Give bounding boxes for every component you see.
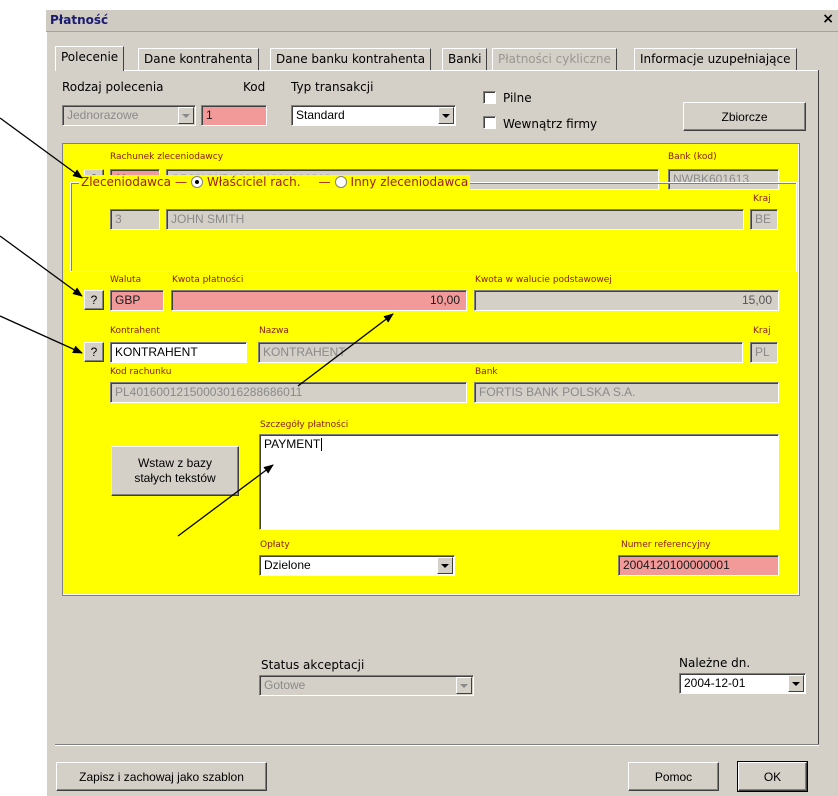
window-title: Płatność — [50, 13, 109, 27]
tab-banki[interactable]: Banki — [442, 48, 488, 70]
tab-polecenie[interactable]: Polecenie — [55, 46, 125, 71]
kontrahent-input[interactable]: KONTRAHENT — [110, 342, 247, 363]
chevron-down-icon — [178, 107, 194, 124]
wstaw-line1: Wstaw z bazy — [137, 456, 212, 470]
status-value: Gotowe — [264, 678, 306, 692]
counterparty-bank-field: FORTIS BANK POLSKA S.A. — [474, 382, 779, 403]
radio-owner[interactable] — [190, 176, 203, 188]
szczegoly-value: PAYMENT — [264, 437, 321, 451]
bank-kod-label: Bank (kod) — [668, 152, 717, 162]
kontrahent-label: Kontrahent — [110, 326, 160, 336]
tab-panel-right-border — [817, 70, 819, 746]
tab-panel-border — [55, 70, 818, 71]
rodzaj-select: Jednorazowe — [62, 105, 196, 126]
footer-divider — [55, 744, 819, 746]
rachunek-label: Rachunek zleceniodawcy — [110, 152, 224, 162]
nazwa-label: Nazwa — [259, 326, 289, 336]
ref-label: Numer referencyjny — [621, 540, 711, 550]
radio-owner-label: Właściciel rach. — [206, 175, 301, 189]
chevron-down-icon[interactable] — [788, 675, 804, 692]
due-label: Należne dn. — [679, 656, 751, 670]
tab-platnosci-cykliczne: Płatności cykliczne — [492, 48, 617, 70]
ok-button[interactable]: OK — [737, 761, 808, 792]
zleceniodawca-legend: Zleceniodawca — Właściciel rach. — Inny … — [79, 175, 471, 189]
wewnatrz-checkbox[interactable] — [483, 116, 496, 129]
status-select: Gotowe — [259, 675, 474, 696]
tab-dane-kontrahenta[interactable]: Dane kontrahenta — [138, 48, 259, 70]
szczegoly-label: Szczegóły płatności — [260, 420, 349, 430]
nazwa-field: KONTRAHENT — [258, 342, 743, 363]
oplaty-select[interactable]: Dzielone — [259, 555, 455, 576]
kod-label: Kod — [243, 80, 266, 94]
kwota-input[interactable]: 10,00 — [171, 290, 467, 311]
oplaty-label: Opłaty — [260, 540, 290, 550]
typ-value: Standard — [296, 108, 345, 122]
ref-input[interactable]: 2004120100000001 — [618, 555, 779, 576]
help-button[interactable]: Pomoc — [628, 762, 719, 791]
waluta-input[interactable]: GBP — [110, 290, 164, 311]
radio-other-label: Inny zleceniodawca — [350, 175, 469, 189]
rodzaj-label: Rodzaj polecenia — [62, 80, 164, 94]
szczegoly-textarea[interactable]: PAYMENT — [259, 434, 779, 530]
tab-dane-banku-kontrahenta[interactable]: Dane banku kontrahenta — [270, 48, 432, 70]
chevron-down-icon[interactable] — [438, 107, 454, 124]
kwota-base-label: Kwota w walucie podstawowej — [475, 275, 612, 285]
zleceniodawca-kraj-label: Kraj — [753, 194, 771, 204]
kod-input[interactable]: 1 — [201, 105, 267, 126]
counterparty-kraj-label: Kraj — [753, 326, 771, 336]
wewnatrz-label: Wewnątrz firmy — [503, 117, 598, 131]
zbiorcze-button[interactable]: Zbiorcze — [683, 102, 806, 131]
zleceniodawca-name-field: JOHN SMITH — [166, 209, 744, 230]
due-date-picker[interactable]: 2004-12-01 — [679, 673, 806, 694]
kwota-label: Kwota płatności — [172, 275, 244, 285]
due-value: 2004-12-01 — [684, 676, 746, 690]
wstaw-z-bazy-button[interactable]: Wstaw z bazy stałych tekstów — [111, 446, 239, 496]
radio-other[interactable] — [334, 176, 347, 188]
counterparty-kraj-field: PL — [750, 342, 778, 363]
pilne-checkbox[interactable] — [483, 91, 496, 104]
text-cursor — [321, 438, 323, 452]
counterparty-bank-label: Bank — [475, 367, 498, 377]
kod-rachunku-label: Kod rachunku — [110, 367, 172, 377]
title-bar: Płatność × — [46, 10, 838, 32]
kwota-base-field: 15,00 — [474, 290, 779, 311]
chevron-down-icon[interactable] — [437, 557, 453, 574]
zleceniodawca-kraj-field: BE — [750, 209, 778, 230]
waluta-label: Waluta — [110, 275, 142, 285]
rodzaj-value: Jednorazowe — [67, 108, 139, 122]
save-as-template-button[interactable]: Zapisz i zachowaj jako szablon — [56, 762, 267, 791]
close-icon[interactable]: × — [822, 11, 834, 27]
kod-rachunku-field: PL40160012150003016288686011 — [110, 382, 467, 403]
chevron-down-icon — [456, 677, 472, 694]
waluta-help-button[interactable]: ? — [84, 290, 104, 310]
typ-select[interactable]: Standard — [291, 105, 456, 126]
status-label: Status akceptacji — [261, 658, 365, 672]
wstaw-line2: stałych tekstów — [134, 471, 216, 485]
tab-informacje-uzupelniajace[interactable]: Informacje uzupełniające — [634, 48, 797, 70]
pilne-label: Pilne — [503, 91, 532, 105]
oplaty-value: Dzielone — [264, 558, 311, 572]
zleceniodawca-group-label: Zleceniodawca — [81, 175, 171, 189]
typ-label: Typ transakcji — [291, 80, 374, 94]
kontrahent-help-button[interactable]: ? — [84, 342, 104, 362]
zleceniodawca-id-field: 3 — [110, 209, 160, 230]
